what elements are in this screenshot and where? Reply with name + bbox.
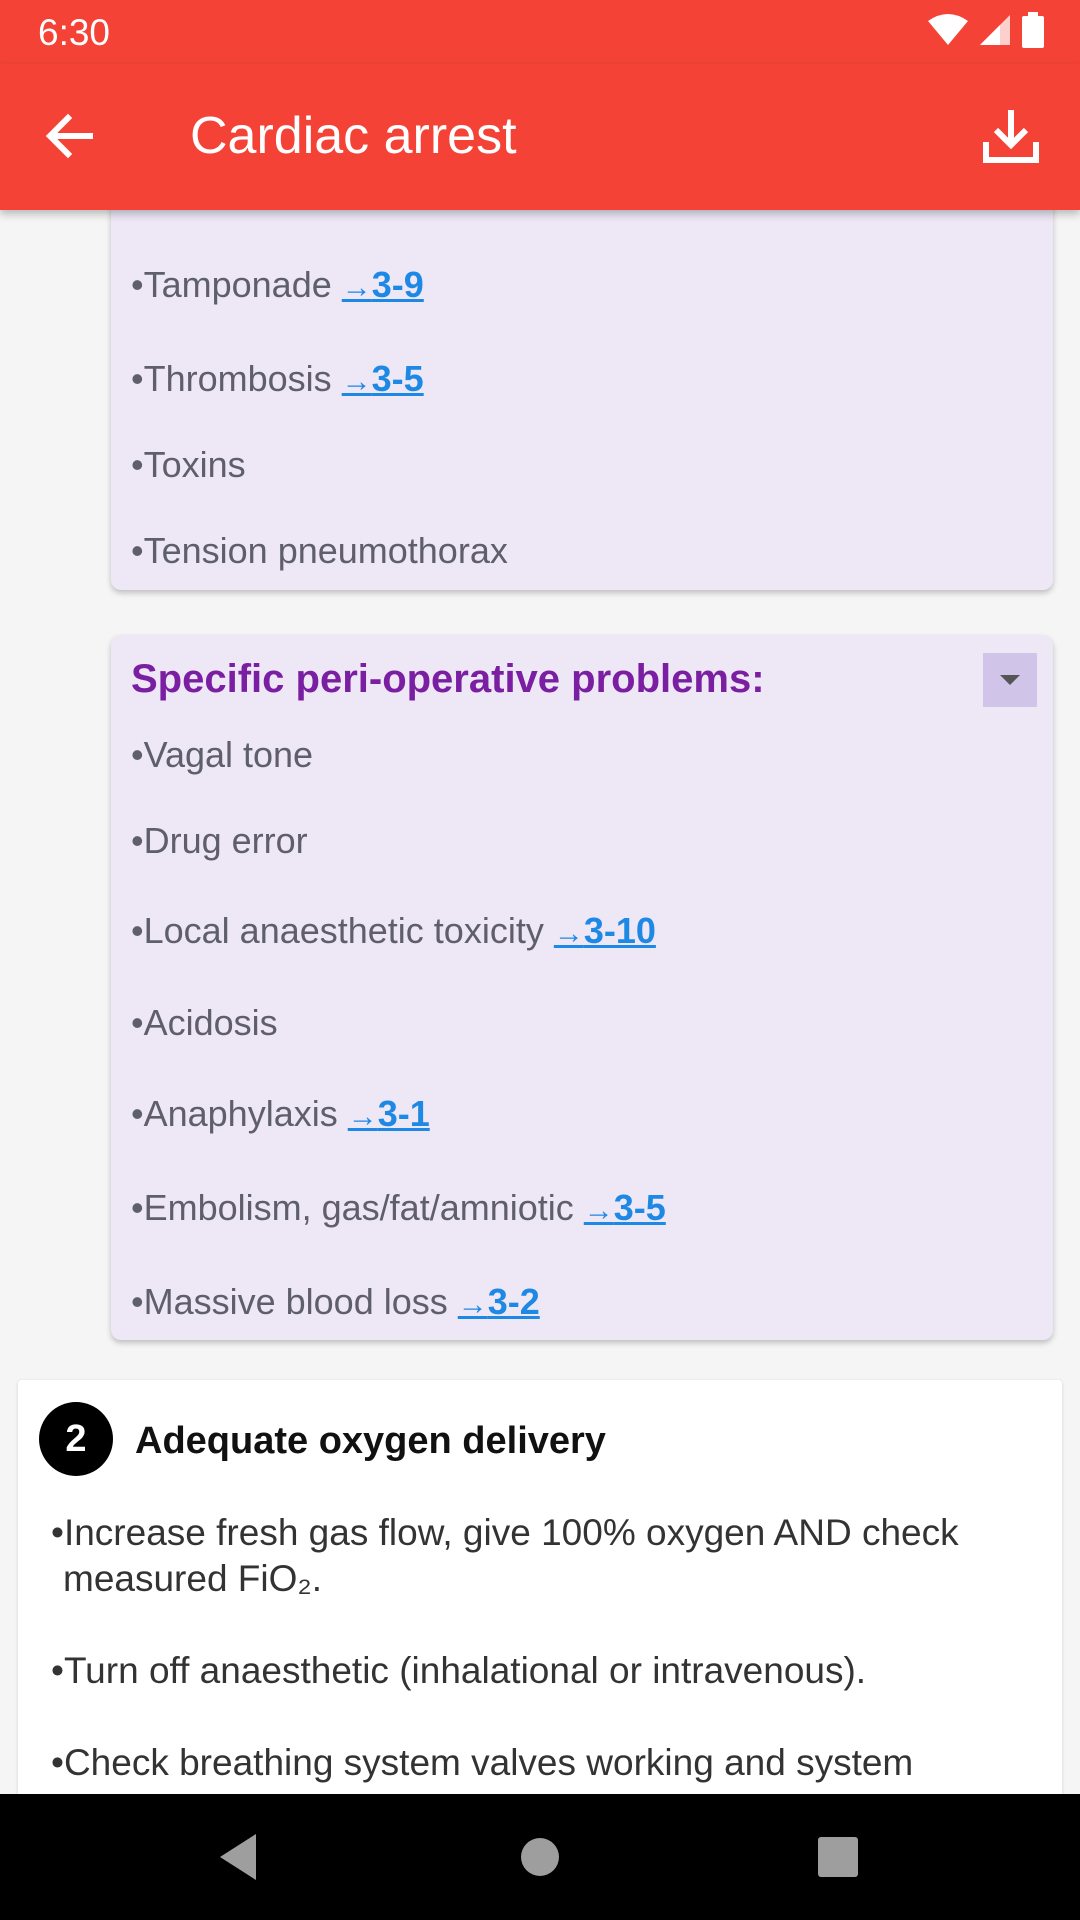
link-embolism[interactable]: →3-5: [584, 1187, 666, 1228]
list-item: •Local anaesthetic toxicity →3-10: [131, 910, 656, 952]
step-number-badge: 2: [39, 1402, 113, 1476]
paragraph: •Check breathing system valves working a…: [51, 1742, 914, 1783]
arrow-right-icon: →: [341, 271, 372, 304]
wifi-icon: [928, 14, 968, 45]
list-item-label: •Local anaesthetic toxicity: [131, 910, 544, 951]
section-oxygen-delivery: 2 Adequate oxygen delivery •Increase fre…: [18, 1380, 1062, 1794]
download-icon: [983, 110, 1039, 163]
status-time: 6:30: [38, 12, 111, 53]
section-heading: Adequate oxygen delivery: [135, 1420, 606, 1462]
periop-card: Specific peri-operative problems: •Vagal…: [111, 635, 1053, 1340]
status-bar: 6:30: [0, 0, 1080, 64]
app-bar: Cardiac arrest: [0, 64, 1080, 210]
paragraph: •Increase fresh gas flow, give 100% oxyg…: [51, 1510, 959, 1602]
status-icons: [928, 12, 1044, 48]
link-local-anaesthetic-toxicity[interactable]: →3-10: [554, 910, 656, 951]
list-item: •Vagal tone: [131, 734, 313, 776]
link-anaphylaxis[interactable]: →3-1: [348, 1093, 430, 1134]
list-item: •Tamponade →3-9: [131, 264, 424, 306]
list-item: •Acidosis: [131, 1002, 278, 1044]
link-label: 3-9: [371, 264, 424, 305]
causes-card: •Tamponade →3-9 •Thrombosis →3-5 •Toxins •…: [111, 210, 1053, 590]
link-label: 3-1: [377, 1093, 430, 1134]
battery-icon: [1022, 12, 1044, 48]
collapse-toggle[interactable]: [983, 653, 1037, 707]
dropdown-arrow-icon: [1000, 675, 1020, 685]
link-thrombosis[interactable]: →3-5: [342, 358, 424, 399]
arrow-right-icon: →: [347, 1100, 378, 1133]
paragraph: •Turn off anaesthetic (inhalational or i…: [51, 1650, 867, 1691]
list-item-label: •Embolism, gas/fat/amniotic: [131, 1187, 574, 1228]
download-button[interactable]: [976, 102, 1046, 172]
list-item: •Drug error: [131, 820, 308, 862]
list-item-label: •Acidosis: [131, 1002, 278, 1043]
nav-home-icon[interactable]: [520, 1832, 560, 1882]
arrow-right-icon: →: [341, 365, 372, 398]
arrow-right-icon: →: [553, 917, 584, 950]
list-item: •Embolism, gas/fat/amniotic →3-5: [131, 1187, 666, 1229]
arrow-right-icon: →: [583, 1194, 614, 1227]
signal-icon: [980, 15, 1010, 45]
page-title: Cardiac arrest: [190, 107, 517, 165]
arrow-right-icon: →: [457, 1288, 488, 1321]
list-item: •Anaphylaxis →3-1: [131, 1093, 430, 1135]
content-scroll-area[interactable]: •Tamponade →3-9 •Thrombosis →3-5 •Toxins •…: [0, 210, 1080, 1794]
link-label: 3-5: [371, 358, 424, 399]
list-item-label: •Thrombosis: [131, 358, 332, 399]
arrow-back-icon: [45, 113, 93, 159]
paragraph-line: •Increase fresh gas flow, give 100% oxyg…: [51, 1512, 959, 1553]
list-item-label: •Vagal tone: [131, 734, 314, 775]
list-item: •Massive blood loss →3-2: [131, 1281, 540, 1323]
link-label: 3-10: [583, 910, 656, 951]
card-title: Specific peri-operative problems:: [131, 657, 765, 701]
navigation-bar: [0, 1794, 1080, 1920]
list-item-label: •Tamponade: [131, 264, 332, 305]
link-tamponade[interactable]: →3-9: [342, 264, 424, 305]
list-item-label: •Tension pneumothorax: [131, 530, 508, 571]
link-massive-blood-loss[interactable]: →3-2: [458, 1281, 540, 1322]
list-item-label: •Anaphylaxis: [131, 1093, 338, 1134]
list-item-label: •Massive blood loss: [131, 1281, 448, 1322]
back-button[interactable]: [38, 106, 108, 166]
paragraph-line: measured FiO₂.: [63, 1558, 323, 1599]
link-label: 3-2: [487, 1281, 540, 1322]
list-item: •Thrombosis →3-5: [131, 358, 424, 400]
link-label: 3-5: [613, 1187, 666, 1228]
list-item: •Tension pneumothorax: [131, 530, 508, 572]
list-item-label: •Drug error: [131, 820, 308, 861]
nav-back-icon[interactable]: [216, 1832, 260, 1882]
list-item-label: •Toxins: [131, 444, 246, 485]
list-item: •Toxins: [131, 444, 246, 486]
nav-recents-icon[interactable]: [816, 1832, 860, 1882]
